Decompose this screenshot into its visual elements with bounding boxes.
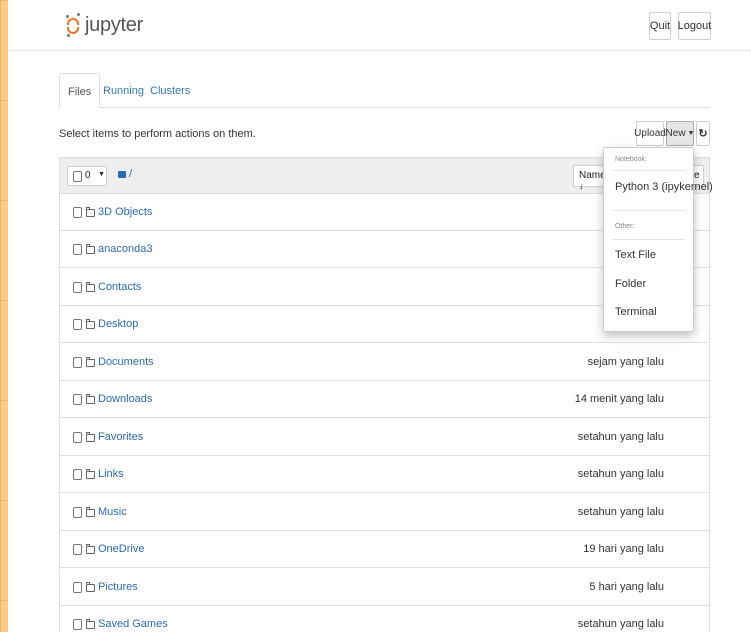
item-name-link[interactable]: anaconda3 xyxy=(98,243,152,255)
list-item[interactable]: Links setahun yang lalu xyxy=(59,456,710,493)
item-modified: 14 menit yang lalu xyxy=(574,393,664,405)
menu-item-folder[interactable]: Folder xyxy=(615,278,646,290)
tab-running[interactable]: Running xyxy=(103,73,144,108)
jupyter-logo-icon xyxy=(65,12,81,38)
item-name-link[interactable]: Links xyxy=(98,468,124,480)
item-modified: setahun yang lalu xyxy=(577,468,664,480)
item-modified: 5 hari yang lalu xyxy=(589,581,664,593)
item-checkbox[interactable] xyxy=(73,544,82,555)
caret-down-icon: ▼ xyxy=(687,130,695,137)
logout-button[interactable]: Logout xyxy=(678,12,711,40)
list-item[interactable]: OneDrive 19 hari yang lalu xyxy=(59,531,710,568)
folder-icon xyxy=(86,357,95,367)
item-name-link[interactable]: Favorites xyxy=(98,431,143,443)
new-dropdown-button[interactable]: New ▼ xyxy=(666,121,694,146)
list-item[interactable]: Saved Games setahun yang lalu xyxy=(59,606,710,632)
item-name-link[interactable]: 3D Objects xyxy=(98,206,152,218)
select-all-control[interactable]: 0 ▼ xyxy=(67,166,107,186)
menu-item-terminal[interactable]: Terminal xyxy=(615,306,657,318)
select-all-checkbox[interactable] xyxy=(73,171,82,182)
item-checkbox[interactable] xyxy=(73,432,82,443)
item-checkbox[interactable] xyxy=(73,507,82,518)
breadcrumb-root[interactable]: / xyxy=(129,168,132,180)
item-checkbox[interactable] xyxy=(73,469,82,480)
new-dropdown-menu: Notebook: Python 3 (ipykernel) Other: Te… xyxy=(603,147,713,332)
caret-down-icon: ▼ xyxy=(98,171,105,178)
folder-home-icon[interactable] xyxy=(118,171,126,178)
item-checkbox[interactable] xyxy=(73,282,82,293)
folder-icon xyxy=(86,207,95,217)
refresh-button[interactable]: ↻ xyxy=(696,121,710,146)
menu-divider xyxy=(612,170,685,171)
folder-icon xyxy=(86,507,95,517)
header-bar: jupyter Quit Logout xyxy=(8,0,751,51)
folder-icon xyxy=(86,282,95,292)
list-item[interactable]: Music setahun yang lalu xyxy=(59,494,710,531)
folder-icon xyxy=(86,582,95,592)
item-name-link[interactable]: OneDrive xyxy=(98,543,144,555)
item-checkbox[interactable] xyxy=(73,619,82,630)
menu-divider xyxy=(612,239,685,240)
folder-icon xyxy=(86,394,95,404)
menu-item-python3[interactable]: Python 3 (ipykernel) xyxy=(615,181,713,193)
item-modified: setahun yang lalu xyxy=(577,618,664,630)
menu-item-text-file[interactable]: Text File xyxy=(615,249,656,261)
logo-text: jupyter xyxy=(85,13,143,36)
item-checkbox[interactable] xyxy=(73,319,82,330)
tab-files[interactable]: Files xyxy=(59,73,100,108)
folder-icon xyxy=(86,544,95,554)
jupyter-page: jupyter Quit Logout Files Running Cluste… xyxy=(8,0,751,632)
item-name-link[interactable]: Documents xyxy=(98,356,154,368)
item-checkbox[interactable] xyxy=(73,207,82,218)
item-checkbox[interactable] xyxy=(73,357,82,368)
upload-button[interactable]: Upload xyxy=(634,121,666,146)
selected-count: 0 xyxy=(85,170,91,181)
item-name-link[interactable]: Pictures xyxy=(98,581,138,593)
list-item[interactable]: Favorites setahun yang lalu xyxy=(59,419,710,456)
item-modified: setahun yang lalu xyxy=(577,431,664,443)
folder-icon xyxy=(86,619,95,629)
new-button-label: New xyxy=(665,128,686,139)
item-name-link[interactable]: Contacts xyxy=(98,281,141,293)
item-name-link[interactable]: Music xyxy=(98,506,127,518)
item-name-link[interactable]: Downloads xyxy=(98,393,152,405)
item-checkbox[interactable] xyxy=(73,244,82,255)
folder-icon xyxy=(86,469,95,479)
list-item[interactable]: Documents sejam yang lalu xyxy=(59,344,710,381)
list-item[interactable]: Downloads 14 menit yang lalu xyxy=(59,381,710,418)
quit-button[interactable]: Quit xyxy=(649,12,671,40)
item-name-link[interactable]: Saved Games xyxy=(98,618,168,630)
item-modified: setahun yang lalu xyxy=(577,506,664,518)
list-item[interactable]: Pictures 5 hari yang lalu xyxy=(59,569,710,606)
folder-icon xyxy=(86,244,95,254)
sort-name-label: Name xyxy=(579,170,606,181)
folder-icon xyxy=(86,432,95,442)
sort-modified-label: e xyxy=(694,170,700,181)
other-section-header: Other: xyxy=(615,223,635,230)
notebook-section-header: Notebook: xyxy=(615,156,647,163)
refresh-icon: ↻ xyxy=(698,128,708,140)
item-modified: 19 hari yang lalu xyxy=(583,543,664,555)
jupyter-logo[interactable]: jupyter xyxy=(65,10,143,40)
sort-arrow-down-icon: ↓ xyxy=(579,181,584,191)
item-name-link[interactable]: Desktop xyxy=(98,318,138,330)
tab-bar: Files Running Clusters xyxy=(59,73,710,108)
item-checkbox[interactable] xyxy=(73,394,82,405)
menu-divider xyxy=(612,210,685,211)
folder-icon xyxy=(86,319,95,329)
tab-clusters[interactable]: Clusters xyxy=(150,73,190,108)
select-instructions: Select items to perform actions on them. xyxy=(59,128,256,140)
item-checkbox[interactable] xyxy=(73,582,82,593)
item-modified: sejam yang lalu xyxy=(587,356,664,368)
